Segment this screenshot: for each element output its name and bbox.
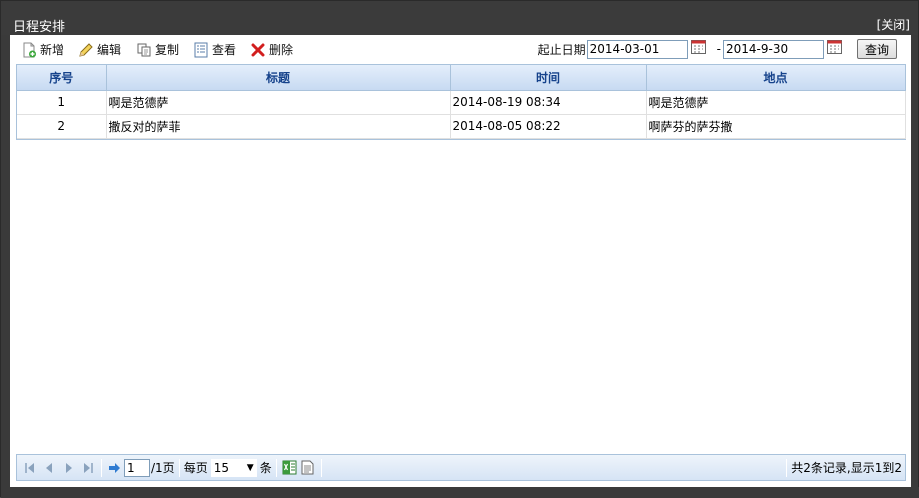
delete-x-icon (250, 42, 266, 58)
window-content: 新增 编辑 复制 查看 删除 起止日期 2014-03-01 - 2014-9-… (10, 35, 911, 487)
per-page-value: 15 (213, 460, 229, 475)
add-doc-icon (21, 42, 37, 58)
page-number-input[interactable] (124, 458, 150, 477)
prev-page-icon[interactable] (39, 460, 59, 476)
end-date-input[interactable] (723, 39, 824, 59)
table-row[interactable]: 2 撒反对的萨菲 2014-08-05 08:22 啊萨芬的萨芬撒 (17, 114, 906, 139)
schedule-window: 日程安排 [关闭] 新增 编辑 复制 查看 删除 起止日期 2014-03-01… (0, 0, 919, 498)
start-date-input[interactable] (586, 39, 688, 59)
per-page-unit: 条 (259, 461, 272, 475)
date-range: 起止日期 - 查询 (538, 38, 911, 60)
view-button[interactable]: 查看 (193, 41, 236, 58)
copy-button-label: 复制 (155, 43, 180, 57)
window-titlebar: 日程安排 [关闭] (1, 1, 918, 35)
date-range-dash: - (716, 42, 721, 56)
per-page-label: 每页 (183, 461, 208, 475)
query-button[interactable]: 查询 (857, 39, 897, 59)
export-excel-icon[interactable] (281, 460, 299, 476)
pager-separator (178, 458, 180, 477)
first-page-icon[interactable] (21, 460, 39, 476)
cell-index: 1 (17, 90, 107, 115)
per-page-select[interactable]: 15 ▼ (210, 458, 257, 477)
column-header-location[interactable]: 地点 (646, 65, 906, 91)
last-page-icon[interactable] (79, 460, 97, 476)
schedule-table: 序号 标题 时间 地点 1 啊是范德萨 2014-08-19 08:34 啊是范… (17, 65, 906, 139)
column-header-index[interactable]: 序号 (17, 65, 107, 91)
window-title: 日程安排 (13, 20, 66, 35)
next-page-icon[interactable] (59, 460, 79, 476)
column-header-title[interactable]: 标题 (106, 65, 451, 91)
pencil-icon (78, 42, 94, 58)
chevron-down-icon: ▼ (246, 462, 254, 473)
table-header-row: 序号 标题 时间 地点 (17, 65, 906, 91)
edit-button[interactable]: 编辑 (78, 41, 121, 58)
table-row[interactable]: 1 啊是范德萨 2014-08-19 08:34 啊是范德萨 (17, 90, 906, 115)
cell-location: 啊萨芬的萨芬撒 (646, 114, 906, 139)
total-pages-text: /1页 (151, 461, 175, 475)
copy-icon (136, 42, 152, 58)
close-button[interactable]: [关闭] (877, 16, 910, 33)
cell-title: 撒反对的萨菲 (106, 114, 451, 139)
export-doc-icon[interactable] (299, 460, 317, 476)
date-range-label: 起止日期 (537, 42, 586, 57)
record-info-text: 共2条记录,显示1到2 (791, 461, 902, 475)
pager-separator (786, 458, 788, 477)
pagination-bar: /1页 每页 15 ▼ 条 共2条记录,显示1到2 (16, 454, 906, 481)
calendar-icon[interactable] (690, 40, 706, 54)
copy-button[interactable]: 复制 (136, 41, 179, 58)
goto-page-icon[interactable] (106, 460, 122, 476)
cell-title: 啊是范德萨 (106, 90, 451, 115)
add-button[interactable]: 新增 (21, 41, 64, 58)
pager-separator (320, 458, 322, 477)
view-list-icon (193, 42, 209, 58)
view-button-label: 查看 (212, 43, 237, 57)
pager-separator (275, 458, 277, 477)
cell-time: 2014-08-19 08:34 (450, 90, 647, 115)
delete-button-label: 删除 (269, 43, 294, 57)
column-header-time[interactable]: 时间 (450, 65, 647, 91)
window-bottom-edge (1, 487, 919, 498)
toolbar: 新增 编辑 复制 查看 删除 起止日期 2014-03-01 - 2014-9-… (10, 35, 911, 63)
calendar-icon[interactable] (827, 40, 842, 54)
delete-button[interactable]: 删除 (250, 41, 293, 58)
cell-time: 2014-08-05 08:22 (450, 114, 647, 139)
schedule-grid: 序号 标题 时间 地点 1 啊是范德萨 2014-08-19 08:34 啊是范… (16, 64, 906, 140)
cell-location: 啊是范德萨 (646, 90, 906, 115)
pager-separator (101, 458, 102, 477)
cell-index: 2 (17, 114, 107, 139)
edit-button-label: 编辑 (97, 43, 122, 57)
add-button-label: 新增 (40, 43, 65, 57)
